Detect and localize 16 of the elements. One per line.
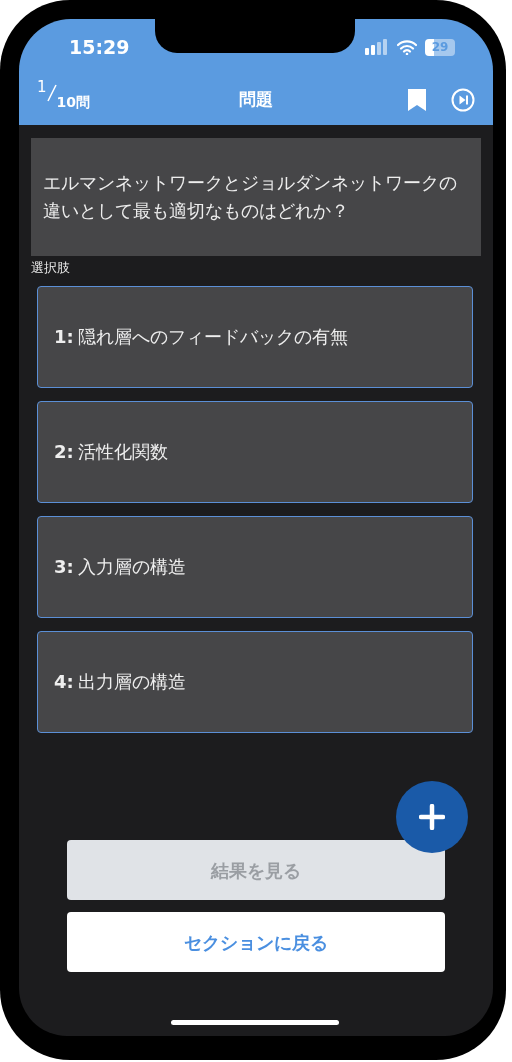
wifi-icon — [397, 39, 417, 55]
counter-current: 1 — [37, 79, 47, 95]
plus-icon — [419, 804, 445, 830]
choices-label: 選択肢 — [31, 259, 71, 277]
question-text: エルマンネットワークとジョルダンネットワークの違いとして最も適切なものはどれか？ — [31, 138, 481, 256]
counter-total: 10問 — [56, 92, 91, 112]
status-time: 15:29 — [69, 34, 130, 60]
choice-button[interactable]: 4: 出力層の構造 — [37, 630, 473, 733]
screen-title: 問題 — [238, 88, 274, 112]
bookmark-icon[interactable] — [407, 88, 427, 112]
skip-forward-icon[interactable] — [451, 88, 475, 112]
fraction-slash — [46, 83, 57, 102]
signal-icon — [365, 39, 389, 55]
choice-button[interactable]: 2: 活性化関数 — [37, 400, 473, 503]
choice-button[interactable]: 3: 入力層の構造 — [37, 515, 473, 618]
choice-button[interactable]: 1: 隠れ層へのフィードバックの有無 — [37, 285, 473, 388]
